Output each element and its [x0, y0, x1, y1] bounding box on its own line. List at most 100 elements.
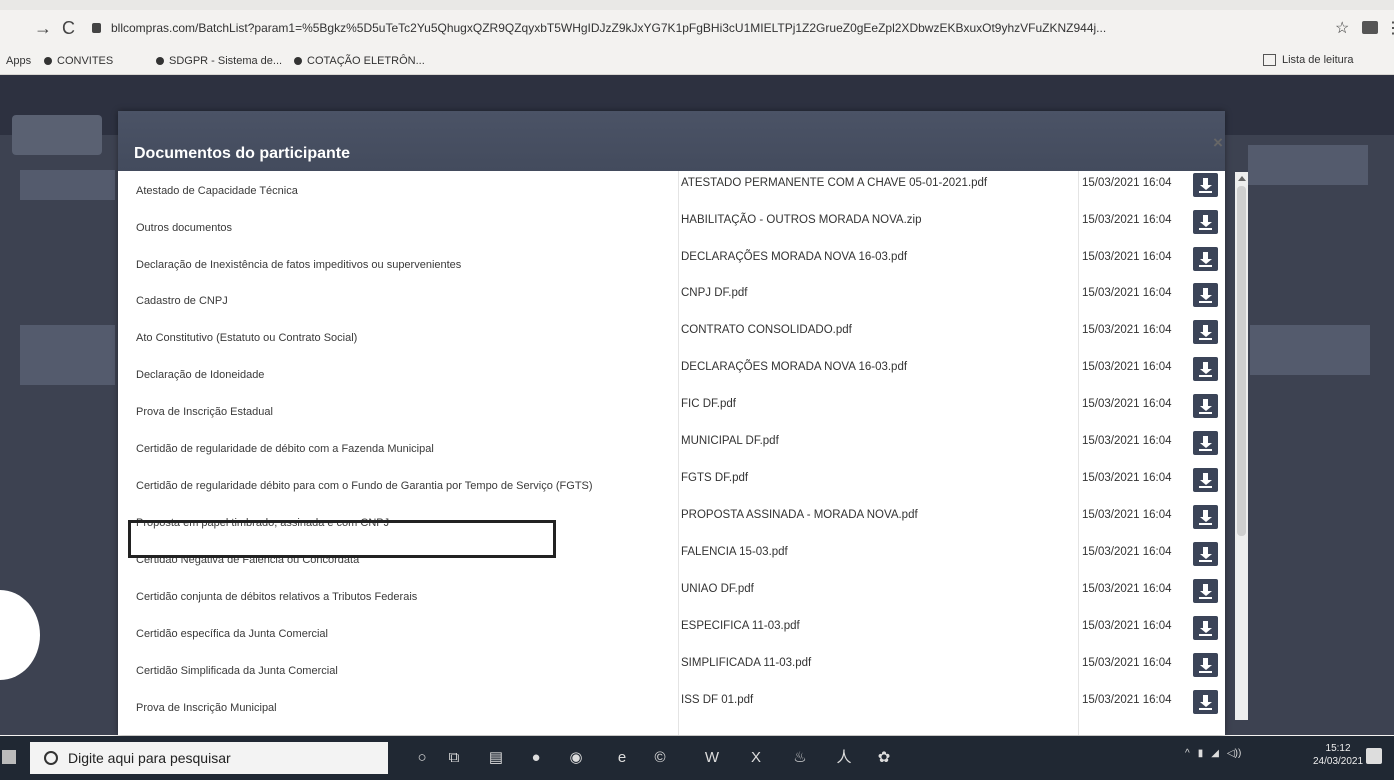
highlight-annotation: [128, 520, 556, 558]
reading-list-icon: [1263, 54, 1276, 66]
table-row: Certidão conjunta de débitos relativos a…: [118, 577, 1225, 614]
download-icon[interactable]: [1193, 579, 1218, 603]
download-icon[interactable]: [1193, 468, 1218, 492]
document-type: Certidão conjunta de débitos relativos a…: [136, 591, 418, 603]
address-bar-row: → C bllcompras.com/BatchList?param1=%5Bg…: [0, 10, 1394, 46]
file-name[interactable]: CONTRATO CONSOLIDADO.pdf: [681, 324, 852, 336]
file-name[interactable]: SIMPLIFICADA 11-03.pdf: [681, 657, 811, 669]
url-field[interactable]: bllcompras.com/BatchList?param1=%5Bgkz%5…: [92, 16, 1394, 40]
download-icon[interactable]: [1193, 394, 1218, 418]
file-name[interactable]: MUNICIPAL DF.pdf: [681, 435, 779, 447]
file-name[interactable]: DECLARAÇÕES MORADA NOVA 16-03.pdf: [681, 251, 907, 263]
file-name[interactable]: PROPOSTA ASSINADA - MORADA NOVA.pdf: [681, 509, 918, 521]
download-icon[interactable]: [1193, 247, 1218, 271]
system-tray[interactable]: ^ ▮ ◢ ◁)): [1185, 748, 1241, 759]
forward-icon[interactable]: →: [34, 18, 52, 39]
file-name[interactable]: FALENCIA 15-03.pdf: [681, 546, 788, 558]
download-icon[interactable]: [1193, 505, 1218, 529]
menu-icon[interactable]: ⋮: [1385, 18, 1394, 38]
wifi-icon[interactable]: ◢: [1211, 748, 1219, 759]
download-icon[interactable]: [1193, 690, 1218, 714]
app-icon[interactable]: ♨: [790, 749, 810, 767]
app-icon[interactable]: ✿: [874, 749, 894, 767]
edge-icon[interactable]: e: [612, 749, 632, 767]
file-name[interactable]: HABILITAÇÃO - OUTROS MORADA NOVA.zip: [681, 214, 921, 226]
table-row: Prova de Inscrição Estadual FIC DF.pdf 15/…: [118, 392, 1225, 429]
lock-icon: [92, 23, 101, 33]
extension-icon[interactable]: [1362, 21, 1378, 34]
acrobat-icon[interactable]: 人: [834, 749, 854, 767]
document-type: Declaração de Inexistência de fatos impe…: [136, 259, 462, 271]
download-icon[interactable]: [1193, 283, 1218, 307]
chrome-icon[interactable]: ◉: [566, 749, 586, 767]
download-icon[interactable]: [1193, 431, 1218, 455]
table-row: Outros documentos HABILITAÇÃO - OUTROS MO…: [118, 208, 1225, 245]
modal-scrollbar[interactable]: [1235, 172, 1248, 720]
file-name[interactable]: ATESTADO PERMANENTE COM A CHAVE 05-01-20…: [681, 177, 987, 189]
search-placeholder: Digite aqui para pesquisar: [68, 750, 231, 766]
volume-icon[interactable]: ◁)): [1227, 748, 1241, 759]
scrollbar-thumb[interactable]: [1237, 186, 1246, 536]
site-logo: [12, 115, 102, 155]
close-icon[interactable]: ×: [1213, 133, 1223, 153]
document-type: Cadastro de CNPJ: [136, 295, 228, 307]
bookmark-sdgpr[interactable]: SDGPR - Sistema de...: [156, 55, 282, 67]
word-icon[interactable]: W: [702, 749, 722, 767]
table-row: Atestado de Capacidade Técnica ATESTADO P…: [118, 171, 1225, 208]
table-row: Certidão de regularidade débito para com…: [118, 466, 1225, 503]
upload-date: 15/03/2021 16:04: [1082, 177, 1172, 189]
document-type: Atestado de Capacidade Técnica: [136, 185, 298, 197]
download-icon[interactable]: [1193, 357, 1218, 381]
file-name[interactable]: UNIAO DF.pdf: [681, 583, 754, 595]
download-icon[interactable]: [1193, 542, 1218, 566]
file-explorer-icon[interactable]: ▤: [486, 749, 506, 767]
reading-list[interactable]: Lista de leitura: [1263, 54, 1354, 66]
table-row: Certidão de regularidade de débito com a…: [118, 429, 1225, 466]
document-type: Certidão de regularidade de débito com a…: [136, 443, 434, 455]
cortana-icon[interactable]: ○: [412, 749, 432, 767]
taskbar-clock[interactable]: 15:12 24/03/2021: [1313, 742, 1363, 768]
document-type: Declaração de Idoneidade: [136, 369, 265, 381]
upload-date: 15/03/2021 16:04: [1082, 287, 1172, 299]
excel-icon[interactable]: X: [746, 749, 766, 767]
bookmark-cotacao[interactable]: COTAÇÃO ELETRÔN...: [294, 55, 425, 67]
file-name[interactable]: FIC DF.pdf: [681, 398, 736, 410]
file-name[interactable]: ISS DF 01.pdf: [681, 694, 753, 706]
ccleaner-icon[interactable]: ©: [650, 749, 670, 767]
page-block: [20, 170, 115, 200]
scroll-up-icon[interactable]: [1238, 176, 1246, 181]
document-type: Certidão de regularidade débito para com…: [136, 480, 593, 492]
download-icon[interactable]: [1193, 616, 1218, 640]
download-icon[interactable]: [1193, 210, 1218, 234]
taskbar-search[interactable]: Digite aqui para pesquisar: [30, 742, 388, 774]
bookmark-apps[interactable]: Apps: [6, 55, 31, 67]
download-icon[interactable]: [1193, 173, 1218, 197]
task-view-icon[interactable]: ⧉: [444, 749, 464, 767]
download-icon[interactable]: [1193, 320, 1218, 344]
bookmark-icon: [44, 57, 52, 65]
notifications-icon[interactable]: [1366, 748, 1382, 764]
bookmark-convites[interactable]: CONVITES: [44, 55, 113, 67]
tray-chevron-icon[interactable]: ^: [1185, 748, 1190, 759]
file-name[interactable]: FGTS DF.pdf: [681, 472, 748, 484]
table-row: Ato Constitutivo (Estatuto ou Contrato S…: [118, 318, 1225, 355]
firefox-icon[interactable]: ●: [526, 749, 546, 767]
file-name[interactable]: DECLARAÇÕES MORADA NOVA 16-03.pdf: [681, 361, 907, 373]
file-name[interactable]: CNPJ DF.pdf: [681, 287, 747, 299]
upload-date: 15/03/2021 16:04: [1082, 583, 1172, 595]
download-icon[interactable]: [1193, 653, 1218, 677]
table-row: Certidão específica da Junta Comercial ES…: [118, 614, 1225, 651]
table-row: Declaração de Inexistência de fatos impe…: [118, 245, 1225, 282]
upload-date: 15/03/2021 16:04: [1082, 214, 1172, 226]
file-name[interactable]: ESPECIFICA 11-03.pdf: [681, 620, 800, 632]
upload-date: 15/03/2021 16:04: [1082, 657, 1172, 669]
upload-date: 15/03/2021 16:04: [1082, 620, 1172, 632]
page-block: [1248, 145, 1368, 185]
network-icon[interactable]: ▮: [1198, 748, 1204, 759]
windows-start-icon[interactable]: [2, 750, 16, 764]
reload-icon[interactable]: C: [62, 18, 75, 39]
document-type: Certidão Simplificada da Junta Comercial: [136, 665, 338, 677]
table-row: Certidão Simplificada da Junta Comercial…: [118, 651, 1225, 688]
bookmark-star-icon[interactable]: ☆: [1335, 18, 1349, 38]
document-type: Ato Constitutivo (Estatuto ou Contrato S…: [136, 332, 358, 344]
